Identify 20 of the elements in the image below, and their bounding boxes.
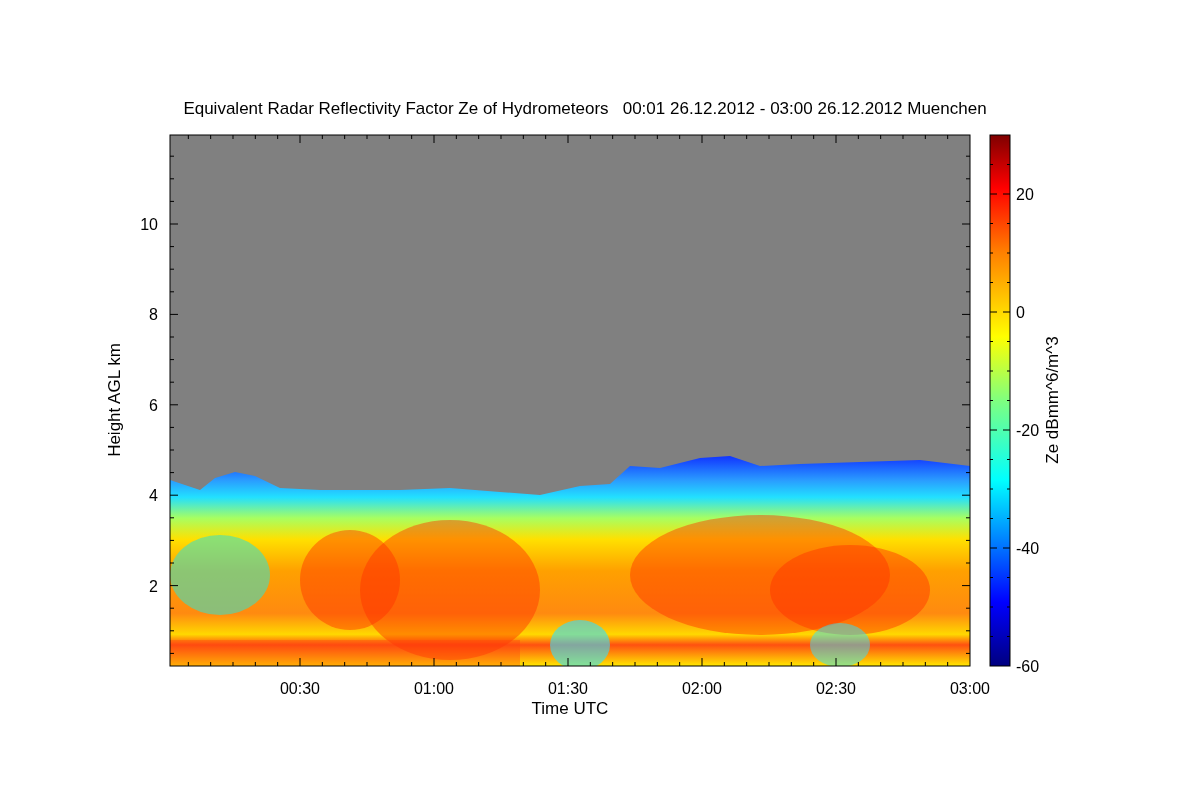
x-tick-label: 02:00 — [682, 680, 722, 697]
colorbar-label: Ze dBmm^6/m^3 — [1043, 336, 1062, 464]
colorbar-tick-label: -20 — [1016, 422, 1040, 439]
colorbar-tick-label: 0 — [1016, 304, 1025, 321]
x-tick-label: 02:30 — [816, 680, 856, 697]
y-axis-label: Height AGL km — [105, 343, 124, 457]
y-tick-label: 2 — [149, 577, 158, 595]
y-tick-label: 8 — [149, 306, 158, 324]
colorbar-tick-label: -60 — [1016, 658, 1040, 675]
x-axis-label: Time UTC — [531, 699, 609, 718]
chart-title: Equivalent Radar Reflectivity Factor Ze of Hydrometeors 00:01 26.12.2012 - 03:00 26.12.2012 Muenchen — [183, 99, 987, 118]
colorbar-tick-label: 20 — [1016, 186, 1034, 203]
x-tick-label: 01:30 — [548, 680, 588, 697]
colorbar-tick-label: -40 — [1016, 540, 1040, 557]
x-tick-label: 03:00 — [950, 680, 990, 697]
y-tick-label: 6 — [149, 396, 158, 414]
x-tick-label: 01:00 — [414, 680, 454, 697]
y-tick-label: 4 — [149, 487, 158, 505]
x-tick-label: 00:30 — [280, 680, 320, 697]
y-tick-label: 10 — [140, 216, 158, 233]
